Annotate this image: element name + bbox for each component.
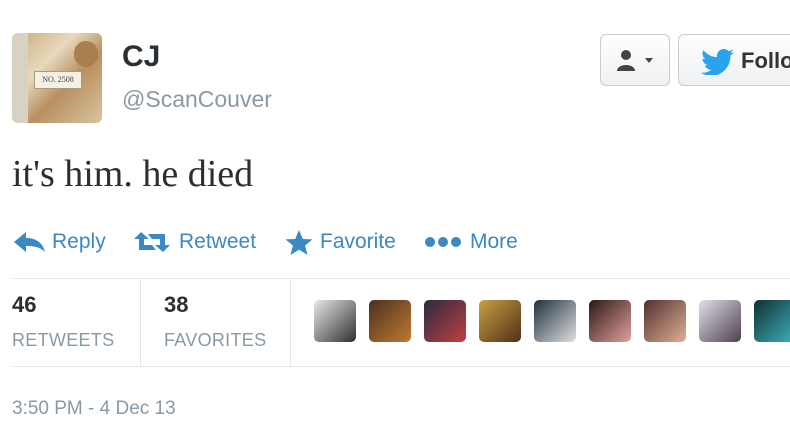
favoriter-avatar[interactable]: [699, 300, 741, 342]
divider-bottom: [12, 366, 790, 367]
avatar-strip: [12, 33, 28, 123]
retweets-stat[interactable]: 46 RETWEETS: [12, 292, 114, 351]
avatar-detail: [74, 41, 98, 67]
retweet-label: Retweet: [179, 230, 257, 253]
more-action[interactable]: More: [424, 226, 534, 258]
favorite-action[interactable]: Favorite: [284, 226, 414, 258]
favorites-count: 38: [164, 292, 189, 317]
profile-name[interactable]: CJ: [122, 40, 160, 74]
retweets-count: 46: [12, 292, 37, 317]
stats-separator-2: [290, 280, 291, 366]
retweets-label: RETWEETS: [12, 330, 115, 350]
retweet-action[interactable]: Retweet: [134, 226, 274, 258]
divider-top: [12, 278, 790, 279]
reply-label: Reply: [52, 230, 106, 253]
favorites-label: FAVORITES: [164, 330, 267, 350]
favoriter-avatar[interactable]: [644, 300, 686, 342]
retweet-icon: [134, 232, 170, 252]
favoriter-avatar[interactable]: [369, 300, 411, 342]
reply-icon: [14, 232, 45, 252]
user-dropdown-icon: [617, 50, 653, 71]
favoriter-avatar[interactable]: [589, 300, 631, 342]
tweet-timestamp[interactable]: 3:50 PM - 4 Dec 13: [12, 398, 176, 420]
stats-separator-1: [140, 280, 141, 366]
follow-button[interactable]: Follo: [678, 34, 790, 86]
tweet-text: it's him. he died: [12, 153, 254, 195]
twitter-bird-icon: [701, 49, 734, 75]
favoriter-avatar[interactable]: [754, 300, 790, 342]
more-dots-icon: [425, 237, 461, 247]
star-icon: [285, 230, 313, 255]
reply-action[interactable]: Reply: [12, 226, 112, 258]
favoriter-avatar[interactable]: [479, 300, 521, 342]
profile-handle[interactable]: @ScanCouver: [122, 86, 272, 113]
favorites-stat[interactable]: 38 FAVORITES: [164, 292, 266, 351]
favoriter-avatar[interactable]: [314, 300, 356, 342]
follow-label: Follo: [741, 48, 790, 73]
profile-avatar[interactable]: NO. 2508: [12, 33, 102, 123]
more-label: More: [470, 230, 518, 253]
user-actions-button[interactable]: [600, 34, 670, 86]
avatar-card-text: NO. 2508: [34, 71, 82, 89]
favoriter-avatar[interactable]: [534, 300, 576, 342]
favoriter-avatar[interactable]: [424, 300, 466, 342]
favorite-label: Favorite: [320, 230, 396, 253]
